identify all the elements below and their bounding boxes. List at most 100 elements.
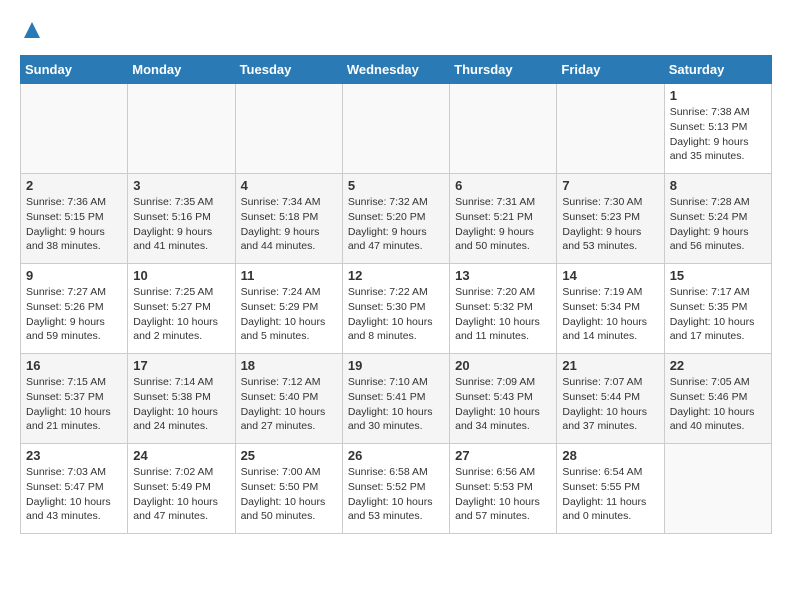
- day-cell: 9 Sunrise: 7:27 AM Sunset: 5:26 PM Daylig…: [21, 264, 128, 354]
- day-cell: 21 Sunrise: 7:07 AM Sunset: 5:44 PM Dayli…: [557, 354, 664, 444]
- day-number: 2: [26, 178, 122, 193]
- header-cell-wednesday: Wednesday: [342, 56, 449, 84]
- day-cell: 27Sunrise: 6:56 AM Sunset: 5:53 PM Dayli…: [450, 444, 557, 534]
- day-number: 22: [670, 358, 766, 373]
- day-info: Sunrise: 7:28 AM Sunset: 5:24 PM Dayligh…: [670, 195, 766, 254]
- day-info: Sunrise: 7:10 AM Sunset: 5:41 PM Dayligh…: [348, 375, 444, 434]
- day-number: 20: [455, 358, 551, 373]
- day-cell: 25 Sunrise: 7:00 AM Sunset: 5:50 PM Dayli…: [235, 444, 342, 534]
- day-number: 23: [26, 448, 122, 463]
- day-info: Sunrise: 7:14 AM Sunset: 5:38 PM Dayligh…: [133, 375, 229, 434]
- day-number: 18: [241, 358, 337, 373]
- day-info: Sunrise: 7:00 AM Sunset: 5:50 PM Dayligh…: [241, 465, 337, 524]
- day-number: 25: [241, 448, 337, 463]
- logo-icon: [22, 20, 42, 40]
- day-cell: 2Sunrise: 7:36 AM Sunset: 5:15 PM Daylig…: [21, 174, 128, 264]
- day-info: Sunrise: 7:05 AM Sunset: 5:46 PM Dayligh…: [670, 375, 766, 434]
- day-cell: 13 Sunrise: 7:20 AM Sunset: 5:32 PM Dayli…: [450, 264, 557, 354]
- day-info: Sunrise: 7:27 AM Sunset: 5:26 PM Dayligh…: [26, 285, 122, 344]
- day-cell: 6 Sunrise: 7:31 AM Sunset: 5:21 PM Daylig…: [450, 174, 557, 264]
- week-row-4: 16 Sunrise: 7:15 AM Sunset: 5:37 PM Dayli…: [21, 354, 772, 444]
- day-cell: 12 Sunrise: 7:22 AM Sunset: 5:30 PM Dayli…: [342, 264, 449, 354]
- day-number: 12: [348, 268, 444, 283]
- day-number: 14: [562, 268, 658, 283]
- day-number: 5: [348, 178, 444, 193]
- day-info: Sunrise: 7:09 AM Sunset: 5:43 PM Dayligh…: [455, 375, 551, 434]
- day-cell: 24Sunrise: 7:02 AM Sunset: 5:49 PM Dayli…: [128, 444, 235, 534]
- week-row-1: 1Sunrise: 7:38 AM Sunset: 5:13 PM Daylig…: [21, 84, 772, 174]
- day-info: Sunrise: 6:54 AM Sunset: 5:55 PM Dayligh…: [562, 465, 658, 524]
- day-number: 24: [133, 448, 229, 463]
- day-cell: 19 Sunrise: 7:10 AM Sunset: 5:41 PM Dayli…: [342, 354, 449, 444]
- day-number: 8: [670, 178, 766, 193]
- day-info: Sunrise: 7:30 AM Sunset: 5:23 PM Dayligh…: [562, 195, 658, 254]
- logo-text: [20, 20, 42, 45]
- day-info: Sunrise: 7:34 AM Sunset: 5:18 PM Dayligh…: [241, 195, 337, 254]
- day-number: 17: [133, 358, 229, 373]
- day-cell: 4 Sunrise: 7:34 AM Sunset: 5:18 PM Daylig…: [235, 174, 342, 264]
- day-number: 26: [348, 448, 444, 463]
- day-info: Sunrise: 7:15 AM Sunset: 5:37 PM Dayligh…: [26, 375, 122, 434]
- day-number: 21: [562, 358, 658, 373]
- day-cell: 23 Sunrise: 7:03 AM Sunset: 5:47 PM Dayli…: [21, 444, 128, 534]
- day-info: Sunrise: 7:17 AM Sunset: 5:35 PM Dayligh…: [670, 285, 766, 344]
- day-cell: 20 Sunrise: 7:09 AM Sunset: 5:43 PM Dayli…: [450, 354, 557, 444]
- day-cell: 16 Sunrise: 7:15 AM Sunset: 5:37 PM Dayli…: [21, 354, 128, 444]
- header-cell-saturday: Saturday: [664, 56, 771, 84]
- day-info: Sunrise: 7:25 AM Sunset: 5:27 PM Dayligh…: [133, 285, 229, 344]
- header-cell-sunday: Sunday: [21, 56, 128, 84]
- header-cell-monday: Monday: [128, 56, 235, 84]
- day-info: Sunrise: 7:03 AM Sunset: 5:47 PM Dayligh…: [26, 465, 122, 524]
- day-info: Sunrise: 6:58 AM Sunset: 5:52 PM Dayligh…: [348, 465, 444, 524]
- header: [20, 20, 772, 45]
- day-cell: [557, 84, 664, 174]
- week-row-5: 23 Sunrise: 7:03 AM Sunset: 5:47 PM Dayli…: [21, 444, 772, 534]
- day-cell: 5 Sunrise: 7:32 AM Sunset: 5:20 PM Daylig…: [342, 174, 449, 264]
- day-cell: [342, 84, 449, 174]
- day-info: Sunrise: 7:07 AM Sunset: 5:44 PM Dayligh…: [562, 375, 658, 434]
- day-number: 9: [26, 268, 122, 283]
- day-cell: 7 Sunrise: 7:30 AM Sunset: 5:23 PM Daylig…: [557, 174, 664, 264]
- day-number: 3: [133, 178, 229, 193]
- day-number: 16: [26, 358, 122, 373]
- calendar-header-row: SundayMondayTuesdayWednesdayThursdayFrid…: [21, 56, 772, 84]
- day-cell: 26 Sunrise: 6:58 AM Sunset: 5:52 PM Dayli…: [342, 444, 449, 534]
- day-info: Sunrise: 7:20 AM Sunset: 5:32 PM Dayligh…: [455, 285, 551, 344]
- day-number: 1: [670, 88, 766, 103]
- calendar-table: SundayMondayTuesdayWednesdayThursdayFrid…: [20, 55, 772, 534]
- header-cell-friday: Friday: [557, 56, 664, 84]
- day-cell: 1Sunrise: 7:38 AM Sunset: 5:13 PM Daylig…: [664, 84, 771, 174]
- day-cell: 22 Sunrise: 7:05 AM Sunset: 5:46 PM Dayli…: [664, 354, 771, 444]
- day-cell: 18 Sunrise: 7:12 AM Sunset: 5:40 PM Dayli…: [235, 354, 342, 444]
- day-info: Sunrise: 7:12 AM Sunset: 5:40 PM Dayligh…: [241, 375, 337, 434]
- day-number: 19: [348, 358, 444, 373]
- day-cell: [128, 84, 235, 174]
- day-cell: [450, 84, 557, 174]
- week-row-2: 2Sunrise: 7:36 AM Sunset: 5:15 PM Daylig…: [21, 174, 772, 264]
- header-cell-tuesday: Tuesday: [235, 56, 342, 84]
- logo: [20, 20, 42, 45]
- day-number: 11: [241, 268, 337, 283]
- day-cell: [21, 84, 128, 174]
- day-cell: 14Sunrise: 7:19 AM Sunset: 5:34 PM Dayli…: [557, 264, 664, 354]
- day-cell: 15 Sunrise: 7:17 AM Sunset: 5:35 PM Dayli…: [664, 264, 771, 354]
- header-cell-thursday: Thursday: [450, 56, 557, 84]
- week-row-3: 9 Sunrise: 7:27 AM Sunset: 5:26 PM Daylig…: [21, 264, 772, 354]
- day-info: Sunrise: 6:56 AM Sunset: 5:53 PM Dayligh…: [455, 465, 551, 524]
- day-number: 15: [670, 268, 766, 283]
- day-cell: [664, 444, 771, 534]
- day-info: Sunrise: 7:31 AM Sunset: 5:21 PM Dayligh…: [455, 195, 551, 254]
- day-info: Sunrise: 7:22 AM Sunset: 5:30 PM Dayligh…: [348, 285, 444, 344]
- day-number: 6: [455, 178, 551, 193]
- day-cell: 3 Sunrise: 7:35 AM Sunset: 5:16 PM Daylig…: [128, 174, 235, 264]
- day-number: 4: [241, 178, 337, 193]
- day-cell: 10Sunrise: 7:25 AM Sunset: 5:27 PM Dayli…: [128, 264, 235, 354]
- day-number: 13: [455, 268, 551, 283]
- day-info: Sunrise: 7:35 AM Sunset: 5:16 PM Dayligh…: [133, 195, 229, 254]
- day-cell: 17 Sunrise: 7:14 AM Sunset: 5:38 PM Dayli…: [128, 354, 235, 444]
- day-number: 7: [562, 178, 658, 193]
- day-number: 28: [562, 448, 658, 463]
- calendar-body: 1Sunrise: 7:38 AM Sunset: 5:13 PM Daylig…: [21, 84, 772, 534]
- day-info: Sunrise: 7:32 AM Sunset: 5:20 PM Dayligh…: [348, 195, 444, 254]
- day-cell: [235, 84, 342, 174]
